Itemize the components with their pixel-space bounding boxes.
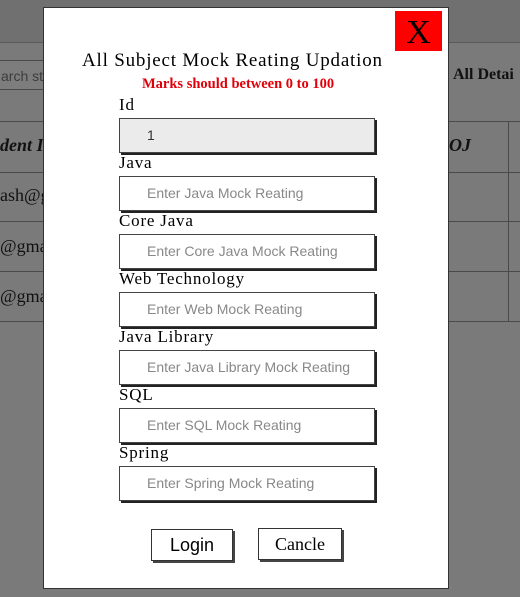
java-input[interactable]: Enter Java Mock Reating bbox=[119, 176, 375, 211]
id-label: Id bbox=[119, 95, 135, 114]
background-all-details-button: All Detai bbox=[453, 66, 514, 83]
id-input[interactable]: 1 bbox=[119, 118, 375, 153]
cancel-button[interactable]: Cancle bbox=[258, 528, 342, 560]
sql-input[interactable]: Enter SQL Mock Reating bbox=[119, 408, 375, 443]
web-technology-label: Web Technology bbox=[119, 269, 245, 288]
background-column-divider bbox=[508, 121, 509, 321]
login-button[interactable]: Login bbox=[151, 529, 233, 561]
modal-subtitle: Marks should between 0 to 100 bbox=[142, 76, 335, 92]
java-label: Java bbox=[119, 153, 153, 172]
modal-title: All Subject Mock Reating Updation bbox=[82, 50, 383, 71]
background-cell-email: @gma bbox=[0, 286, 48, 306]
core-java-input[interactable]: Enter Core Java Mock Reating bbox=[119, 234, 375, 269]
web-technology-input[interactable]: Enter Web Mock Reating bbox=[119, 292, 375, 327]
sql-label: SQL bbox=[119, 385, 154, 404]
core-java-label: Core Java bbox=[119, 211, 194, 230]
background-header-student: dent I bbox=[0, 135, 44, 155]
java-library-label: Java Library bbox=[119, 327, 215, 346]
java-library-input[interactable]: Enter Java Library Mock Reating bbox=[119, 350, 375, 385]
spring-input[interactable]: Enter Spring Mock Reating bbox=[119, 466, 375, 501]
close-button[interactable]: X bbox=[395, 11, 442, 51]
background-header-oj: OJ bbox=[449, 135, 471, 155]
background-cell-email: @gma bbox=[0, 236, 48, 256]
spring-label: Spring bbox=[119, 443, 170, 462]
